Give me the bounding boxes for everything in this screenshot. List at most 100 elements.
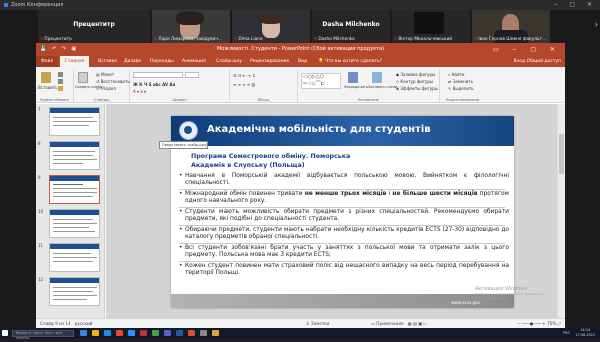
app-icon[interactable] (212, 330, 219, 336)
zoom-slider[interactable]: − ───●─── + 75% ⤢ (517, 319, 561, 328)
zoom-app-icon[interactable] (128, 330, 135, 336)
bullet-item[interactable]: Студенти мають можливість обирати предме… (179, 209, 509, 224)
shapes-gallery[interactable]: ▭○▷△⬡ ⇨☆◇⌒⊏ (301, 73, 341, 89)
word-icon[interactable] (176, 330, 183, 336)
participant-tile-1[interactable]: Прецентитр ✕Прецентитр (38, 10, 150, 43)
list-buttons[interactable]: ☰ ☷ ⇤ ⇥ ↕ (233, 73, 255, 78)
bold-button[interactable]: Ж К Ч S abc AV Aa (133, 82, 175, 87)
select-button[interactable]: ↖ Выделить (448, 86, 474, 91)
shape-fill-button[interactable]: ◆ Заливка фигуры (396, 72, 435, 77)
tab-review[interactable]: Рецензирование (250, 56, 289, 67)
group-label: Рисование (357, 97, 380, 102)
zoom-left-margin (0, 43, 36, 328)
quick-access-toolbar[interactable]: 💾 ↶ ↷ ▣ (40, 43, 78, 56)
teams-icon[interactable] (164, 330, 171, 336)
tab-transitions[interactable]: Переходы (150, 56, 174, 67)
bullet-item[interactable]: Навчання в Поморській академії відбуваєт… (179, 173, 509, 188)
scrollbar-thumb[interactable] (559, 134, 564, 174)
office-icon[interactable] (116, 330, 123, 336)
font-name-select[interactable] (133, 72, 183, 78)
bullet-item[interactable]: Кожен студент повинен мати страховий пол… (179, 263, 509, 278)
thumbnail-slide[interactable]: 8 (36, 141, 105, 175)
taskbar-search-input[interactable]: Введите здесь текст для поиска (12, 329, 74, 340)
input-language[interactable]: РУС (563, 331, 570, 335)
tab-animation[interactable]: Анимация (182, 56, 206, 67)
tab-slideshow[interactable]: Слайд-шоу (216, 56, 242, 67)
windows-start-icon[interactable] (2, 330, 8, 336)
tab-view[interactable]: Вид (298, 56, 307, 67)
quick-styles-button[interactable]: Экспресс-стили (368, 85, 397, 89)
layout-button[interactable]: ▤ Макет (96, 72, 114, 77)
thumbnail-slide[interactable]: 12 (36, 277, 105, 311)
quick-styles-icon[interactable] (372, 72, 382, 83)
participant-tile-2[interactable]: ✕Лідія Лимарова, завідувач... (152, 10, 230, 43)
editing-group: ⌕ Найти ⇄ Заменить ↖ Выделить Редактиров… (440, 69, 565, 103)
app-icon[interactable] (200, 330, 207, 336)
signin-share[interactable]: Вход Общий доступ (514, 56, 561, 67)
tab-insert[interactable]: Вставка (98, 56, 117, 67)
slide-subtitle[interactable]: Програма Семестрового обміну. Поморська … (191, 153, 491, 170)
thumbnail-image (49, 277, 100, 306)
mic-muted-icon: ✕ (474, 36, 478, 41)
ribbon-tabs: Файл Главная Вставка Дизайн Переходы Ани… (36, 56, 565, 67)
copy-icon[interactable] (58, 79, 63, 84)
zoom-participants-strip: Zoom Конференция ‒ ▢ ✕ Прецентитр ✕Преце… (0, 0, 600, 43)
replace-button[interactable]: ⇄ Заменить (448, 79, 473, 84)
chrome-icon[interactable] (188, 330, 195, 336)
notes-button[interactable]: ≙ Заметки (306, 319, 330, 328)
bullet-item[interactable]: Всі студенти зобов'язані брати участь у … (179, 245, 509, 260)
current-slide[interactable]: Академічна мобільність для студентів Про… (171, 116, 514, 308)
mic-muted-icon: ✕ (40, 36, 44, 41)
powerpoint-app-icon[interactable] (140, 330, 147, 336)
thumbnail-slide[interactable]: 7 (36, 107, 105, 141)
vertical-scrollbar[interactable] (557, 104, 565, 318)
format-painter-icon[interactable] (58, 86, 63, 91)
cut-icon[interactable] (58, 72, 63, 77)
tell-me-search[interactable]: 💡 Что вы хотите сделать? (318, 56, 382, 67)
next-participants-arrow-icon[interactable]: › (595, 20, 598, 29)
paste-icon[interactable] (41, 72, 51, 83)
window-controls[interactable]: ‒ ▢ ✕ (554, 0, 597, 10)
slide-title[interactable]: Академічна мобільність для студентів (207, 124, 431, 135)
arrange-button[interactable]: Упорядочить (344, 85, 368, 89)
taskbar-clock[interactable]: 14:14 17.06.2022 (576, 328, 595, 338)
new-slide-icon[interactable] (78, 72, 88, 83)
participant-tile-3[interactable]: ✕Dima Liana (232, 10, 310, 43)
clipboard-group: Вставить Буфер обмена (36, 69, 74, 103)
group-label: Слайды (93, 97, 110, 102)
thumbnail-slide[interactable]: 10 (36, 209, 105, 243)
section-button[interactable]: ▭ Раздел (96, 86, 116, 91)
font-size-select[interactable] (185, 72, 199, 78)
shape-outline-button[interactable]: ◇ Контур фигуры (396, 79, 433, 84)
lightbulb-icon: 💡 (318, 59, 324, 64)
task-view-icon[interactable] (80, 330, 87, 336)
align-buttons[interactable]: ≡ ≡ ≡ ≡ ▥ (233, 82, 255, 87)
tab-file[interactable]: Файл (36, 56, 59, 67)
bullet-item[interactable]: Міжнародний обмін повинен тривати не мен… (179, 191, 509, 206)
zoom-logo-icon (4, 2, 8, 7)
thumbnail-slide[interactable]: 11 (36, 243, 105, 277)
font-color-button[interactable]: A ▾ a ▾ (133, 89, 146, 94)
reset-button[interactable]: ↺ Восстановить (96, 79, 130, 84)
participant-label: ✕Іван Гернов Шевня факульт... (474, 36, 547, 42)
mic-muted-icon: ✕ (394, 36, 398, 41)
comments-button[interactable]: ▭ Примечания ▦ ▤ ▣ ▷ (371, 319, 427, 328)
arrange-icon[interactable] (348, 72, 358, 83)
window-controls[interactable]: ▭ ‒ ▢ ✕ (493, 43, 561, 56)
find-button[interactable]: ⌕ Найти (448, 72, 465, 77)
shape-effects-button[interactable]: ◈ Эффекты фигуры (396, 86, 438, 91)
search-icon: ⌕ (448, 72, 451, 77)
file-explorer-icon[interactable] (92, 330, 99, 336)
paste-button[interactable]: Вставить (38, 85, 57, 90)
bullet-item[interactable]: Обираючи предмети, студенти мають набрат… (179, 227, 509, 242)
edge-icon[interactable] (104, 330, 111, 336)
thumbnail-slide-selected[interactable]: 9 (36, 175, 105, 209)
tab-design[interactable]: Дизайн (124, 56, 141, 67)
participant-tile-4[interactable]: Dasha Milchenko ✕Dasha Milchenko (312, 10, 390, 43)
slide-thumbnails-panel: 7 8 9 10 11 12 (36, 104, 105, 318)
app-icon[interactable] (152, 330, 159, 336)
thumbnail-number: 9 (38, 175, 41, 180)
participant-tile-5[interactable]: ✕Віктор Михальчевський (392, 10, 470, 43)
participant-tile-6[interactable]: ✕Іван Гернов Шевня факульт... (472, 10, 550, 43)
tab-home[interactable]: Главная (60, 56, 90, 67)
